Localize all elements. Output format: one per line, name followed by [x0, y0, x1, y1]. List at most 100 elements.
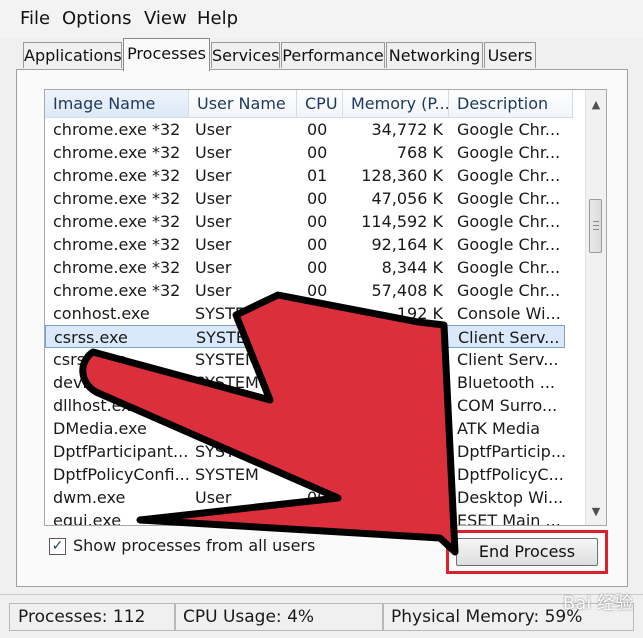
tab-users[interactable]: Users — [484, 42, 536, 68]
menu-options[interactable]: Options — [62, 8, 131, 29]
column-header-image-name[interactable]: Image Name — [45, 90, 189, 118]
description-cell: Google Chr... — [457, 235, 561, 254]
memory-cell: 1,044 K — [381, 373, 443, 392]
description-cell: DptfPolicyC... — [457, 465, 564, 484]
user-name-cell: SYSTEM — [195, 304, 259, 323]
thumb-grip — [593, 224, 599, 226]
user-name-cell: User — [195, 281, 232, 300]
memory-cell: 2,092 K — [381, 350, 443, 369]
table-row[interactable]: chrome.exe *32 User 00 57,408 K Google Chr..… — [45, 279, 565, 302]
table-row[interactable]: DMedia.exe User 00 472 K ATK Media — [45, 417, 565, 440]
table-row[interactable]: DptfParticipant... SYSTEM 00 208 K DptfParti… — [45, 440, 565, 463]
tab-networking[interactable]: Networking — [386, 42, 483, 68]
description-cell: ESET Main ... — [457, 511, 561, 526]
tab-processes[interactable]: Processes — [123, 38, 210, 71]
tab-performance[interactable]: Performance — [281, 42, 385, 68]
description-cell: Bluetooth ... — [457, 373, 556, 392]
scroll-thumb[interactable] — [589, 198, 602, 253]
table-row[interactable]: chrome.exe *32 User 00 8,344 K Google Chr... — [45, 256, 565, 279]
scroll-down-icon[interactable]: ▼ — [586, 501, 606, 523]
tab-applications[interactable]: Applications — [23, 42, 122, 68]
user-name-cell: User — [195, 419, 232, 438]
process-name-cell: devmon.exe — [53, 373, 152, 392]
menu-help[interactable]: Help — [197, 8, 238, 29]
process-name-cell: chrome.exe *32 — [53, 281, 181, 300]
memory-cell: 57,408 K — [371, 281, 443, 300]
process-name-cell: csrss.exe — [54, 328, 128, 347]
table-row[interactable]: conhost.exe SYSTEM 00 192 K Console Wi... — [45, 302, 565, 325]
user-name-cell: SYSTEM — [195, 465, 259, 484]
thumb-grip — [593, 220, 599, 222]
baidu-watermark: Bai 经验 — [562, 593, 633, 614]
table-row[interactable]: chrome.exe *32 User 00 114,592 K Google Chr.… — [45, 210, 565, 233]
table-row[interactable]: equi.exe SYSTEM 00 1,204 K ESET Main ... — [45, 509, 565, 526]
status-bar: Processes: 112 CPU Usage: 4% Physical Me… — [0, 594, 643, 638]
cpu-cell: 00 — [307, 373, 328, 392]
cpu-cell: 00 — [307, 396, 328, 415]
memory-cell: 47,056 K — [371, 189, 443, 208]
memory-cell: 34,772 K — [371, 120, 443, 139]
show-all-users-checkbox[interactable]: ✓ — [49, 538, 66, 555]
user-name-cell: User — [195, 120, 232, 139]
table-row[interactable]: dwm.exe User 00 1,368 K Desktop Wi... — [45, 486, 565, 509]
vertical-scrollbar[interactable]: ▲ ▼ — [585, 90, 606, 525]
description-cell: Client Serv... — [457, 350, 559, 369]
table-row[interactable]: dllhost.exe SYSTEM 00 864 K COM Surro... — [45, 394, 565, 417]
table-row[interactable]: csrss.exe SYSTEM 00 1,400 K Client Serv... — [45, 325, 565, 348]
table-row[interactable]: csrss.exe SYSTEM 00 2,092 K Client Serv... — [45, 348, 565, 371]
tab-services[interactable]: Services — [211, 42, 280, 68]
cpu-cell: 00 — [307, 258, 328, 277]
column-header-memory[interactable]: Memory (P... — [343, 90, 449, 118]
table-row[interactable]: chrome.exe *32 User 00 768 K Google Chr... — [45, 141, 565, 164]
process-list[interactable]: Image Name User Name CPU Memory (P... De… — [44, 89, 607, 526]
memory-cell: 92,164 K — [371, 235, 443, 254]
table-row[interactable]: chrome.exe *32 User 00 92,164 K Google Chr..… — [45, 233, 565, 256]
memory-cell: 1,368 K — [381, 488, 443, 507]
menu-bar: File Options View Help — [0, 0, 643, 38]
memory-cell: 208 K — [396, 465, 443, 484]
description-cell: Console Wi... — [457, 304, 561, 323]
description-cell: ATK Media — [457, 419, 541, 438]
table-row[interactable]: chrome.exe *32 User 00 47,056 K Google Chr..… — [45, 187, 565, 210]
description-cell: COM Surro... — [457, 396, 558, 415]
description-cell: Google Chr... — [457, 120, 561, 139]
cpu-cell: 00 — [307, 120, 328, 139]
menu-file[interactable]: File — [20, 8, 50, 29]
description-cell: Client Serv... — [458, 328, 560, 347]
cpu-cell: 00 — [307, 511, 328, 526]
memory-cell: 768 K — [396, 143, 443, 162]
cpu-cell: 00 — [307, 488, 328, 507]
memory-cell: 208 K — [396, 442, 443, 461]
table-row[interactable]: chrome.exe *32 User 01 128,360 K Google Chr.… — [45, 164, 565, 187]
process-name-cell: conhost.exe — [53, 304, 150, 323]
table-row[interactable]: chrome.exe *32 User 00 34,772 K Google Chr..… — [45, 118, 565, 141]
cpu-cell: 00 — [307, 419, 328, 438]
description-cell: Google Chr... — [457, 212, 561, 231]
table-row[interactable]: devmon.exe SYSTEM 00 1,044 K Bluetooth ... — [45, 371, 565, 394]
description-cell: Google Chr... — [457, 143, 561, 162]
process-name-cell: chrome.exe *32 — [53, 189, 181, 208]
cpu-cell: 00 — [307, 235, 328, 254]
column-header-description[interactable]: Description — [449, 90, 573, 118]
description-cell: Google Chr... — [457, 189, 561, 208]
user-name-cell: SYSTEM — [195, 442, 259, 461]
user-name-cell: User — [195, 143, 232, 162]
column-header-user-name[interactable]: User Name — [189, 90, 297, 118]
end-process-button[interactable]: End Process — [456, 538, 598, 566]
process-name-cell: dwm.exe — [53, 488, 126, 507]
memory-cell: 128,360 K — [361, 166, 443, 185]
menu-view[interactable]: View — [144, 8, 187, 29]
column-header-cpu[interactable]: CPU — [297, 90, 343, 118]
description-cell: DptfParticip... — [457, 442, 565, 461]
process-name-cell: DMedia.exe — [53, 419, 147, 438]
scroll-up-icon[interactable]: ▲ — [586, 94, 606, 116]
table-row[interactable]: DptfPolicyConfi... SYSTEM 00 208 K DptfPolic… — [45, 463, 565, 486]
user-name-cell: User — [195, 166, 232, 185]
cpu-cell: 00 — [307, 465, 328, 484]
process-name-cell: DptfPolicyConfi... — [53, 465, 190, 484]
memory-cell: 472 K — [396, 419, 443, 438]
cpu-cell: 00 — [307, 442, 328, 461]
cpu-cell: 01 — [307, 166, 328, 185]
cpu-cell: 00 — [308, 328, 329, 347]
user-name-cell: SYSTEM — [196, 328, 260, 347]
